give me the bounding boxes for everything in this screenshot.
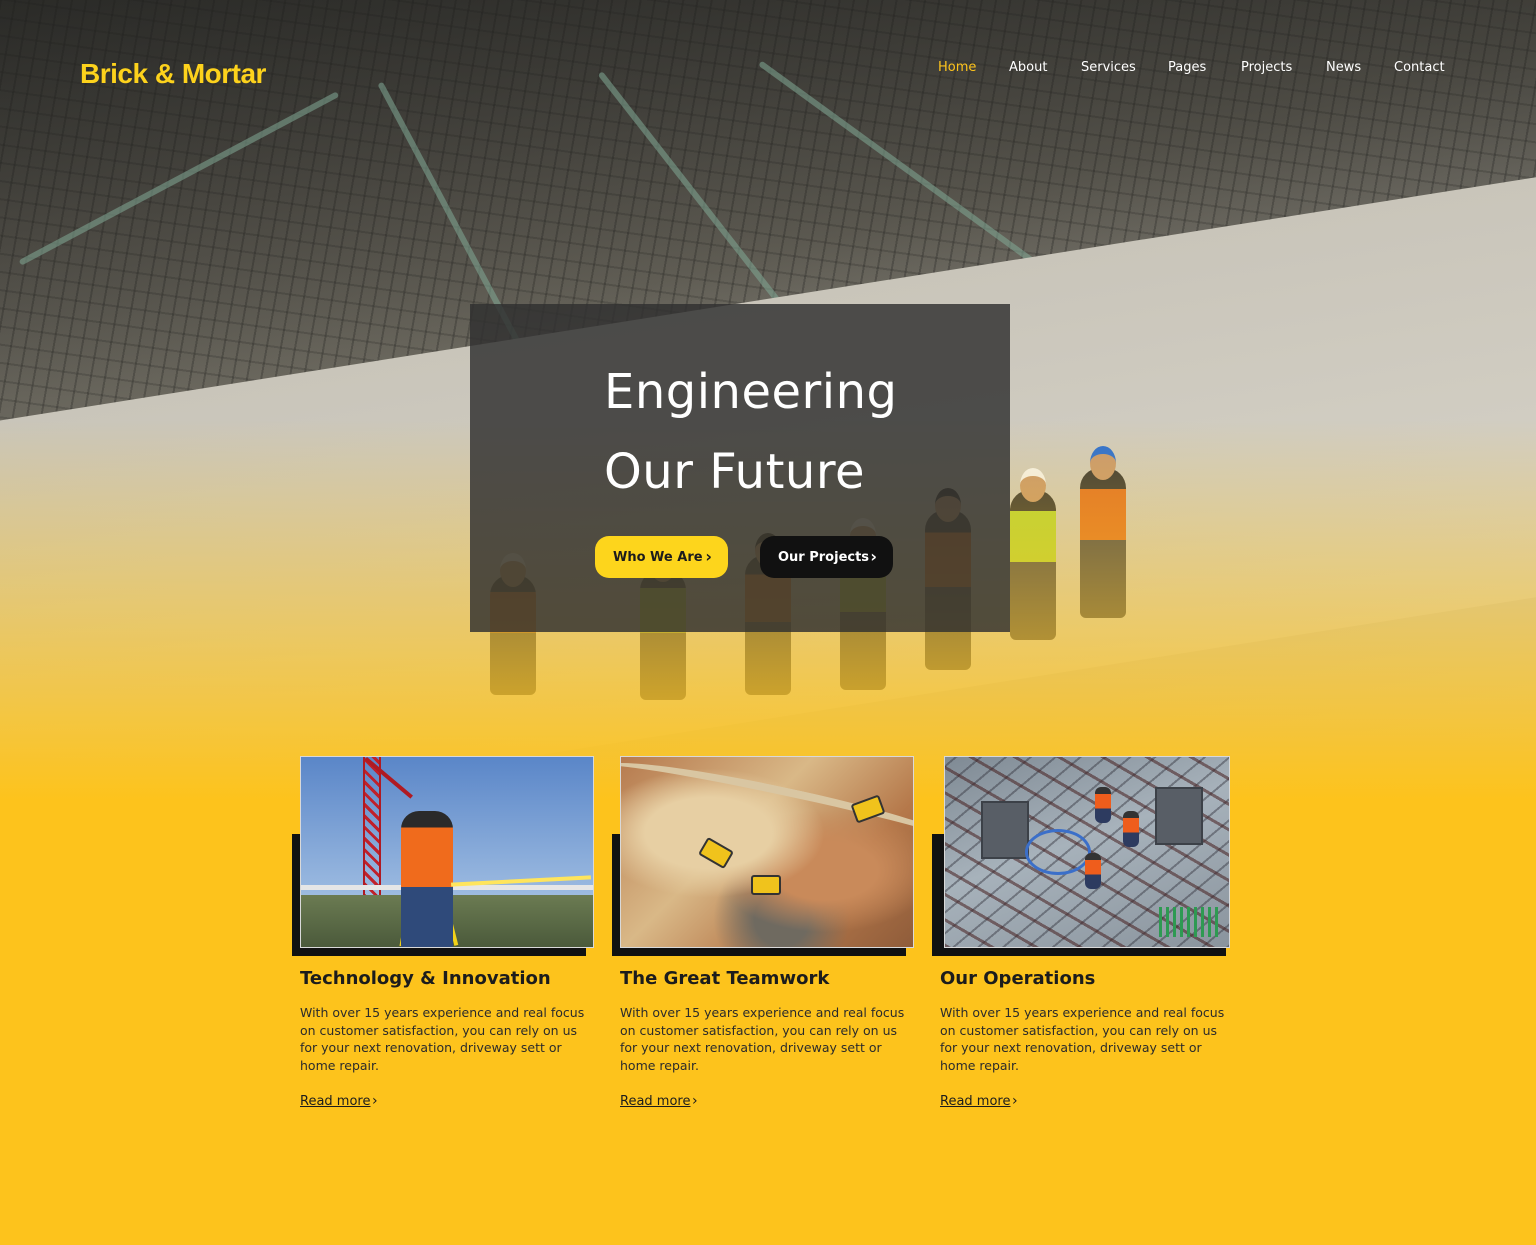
surveyor-figure (401, 811, 453, 947)
chevron-right-icon: › (692, 1093, 698, 1109)
surveyor-photo (300, 756, 594, 948)
card-body: With over 15 years experience and real f… (940, 1005, 1225, 1073)
nav-item-projects[interactable]: Projects (1241, 60, 1292, 75)
hero-headline-line-1: Engineering (604, 364, 898, 420)
who-we-are-button-label: Who We Are (613, 549, 703, 565)
bulldozer (751, 875, 781, 895)
hero-panel: Engineering Our Future Who We Are › Our … (470, 304, 1010, 632)
card-title: Technology & Innovation (300, 968, 551, 989)
chevron-right-icon: › (705, 547, 712, 566)
nav-item-home[interactable]: Home (938, 60, 976, 75)
rebar-bundle (1159, 907, 1219, 937)
our-projects-button-label: Our Projects (778, 549, 870, 565)
nav-item-pages[interactable]: Pages (1168, 60, 1206, 75)
read-more-link[interactable]: Read more (940, 1094, 1010, 1109)
read-more-link[interactable]: Read more (620, 1094, 690, 1109)
chevron-right-icon: › (870, 547, 877, 566)
who-we-are-button[interactable]: Who We Are › (595, 536, 728, 578)
card-title: The Great Teamwork (620, 968, 830, 989)
our-projects-button[interactable]: Our Projects › (760, 536, 893, 578)
card-title: Our Operations (940, 968, 1096, 989)
site-logo[interactable]: Brick & Mortar (80, 58, 266, 90)
nav-item-news[interactable]: News (1326, 60, 1361, 75)
card-body: With over 15 years experience and real f… (620, 1005, 905, 1073)
card-body: With over 15 years experience and real f… (300, 1005, 585, 1073)
nav-item-about[interactable]: About (1009, 60, 1047, 75)
formwork-column (1155, 787, 1203, 845)
nav-item-contact[interactable]: Contact (1394, 60, 1445, 75)
hero-headline-line-2: Our Future (604, 444, 866, 500)
read-more-link[interactable]: Read more (300, 1094, 370, 1109)
rebar-site-photo (944, 756, 1230, 948)
chevron-right-icon: › (372, 1093, 378, 1109)
earthworks-photo (620, 756, 914, 948)
chevron-right-icon: › (1012, 1093, 1018, 1109)
cable-coil (1025, 829, 1091, 875)
worker-figure (1095, 787, 1111, 823)
main-nav: Home About Services Pages Projects News … (920, 60, 1460, 80)
worker-figure (1123, 811, 1139, 847)
worker-figure (1085, 853, 1101, 889)
formwork-column (981, 801, 1029, 859)
nav-item-services[interactable]: Services (1081, 60, 1136, 75)
hero-headline: Engineering Our Future (604, 352, 964, 512)
